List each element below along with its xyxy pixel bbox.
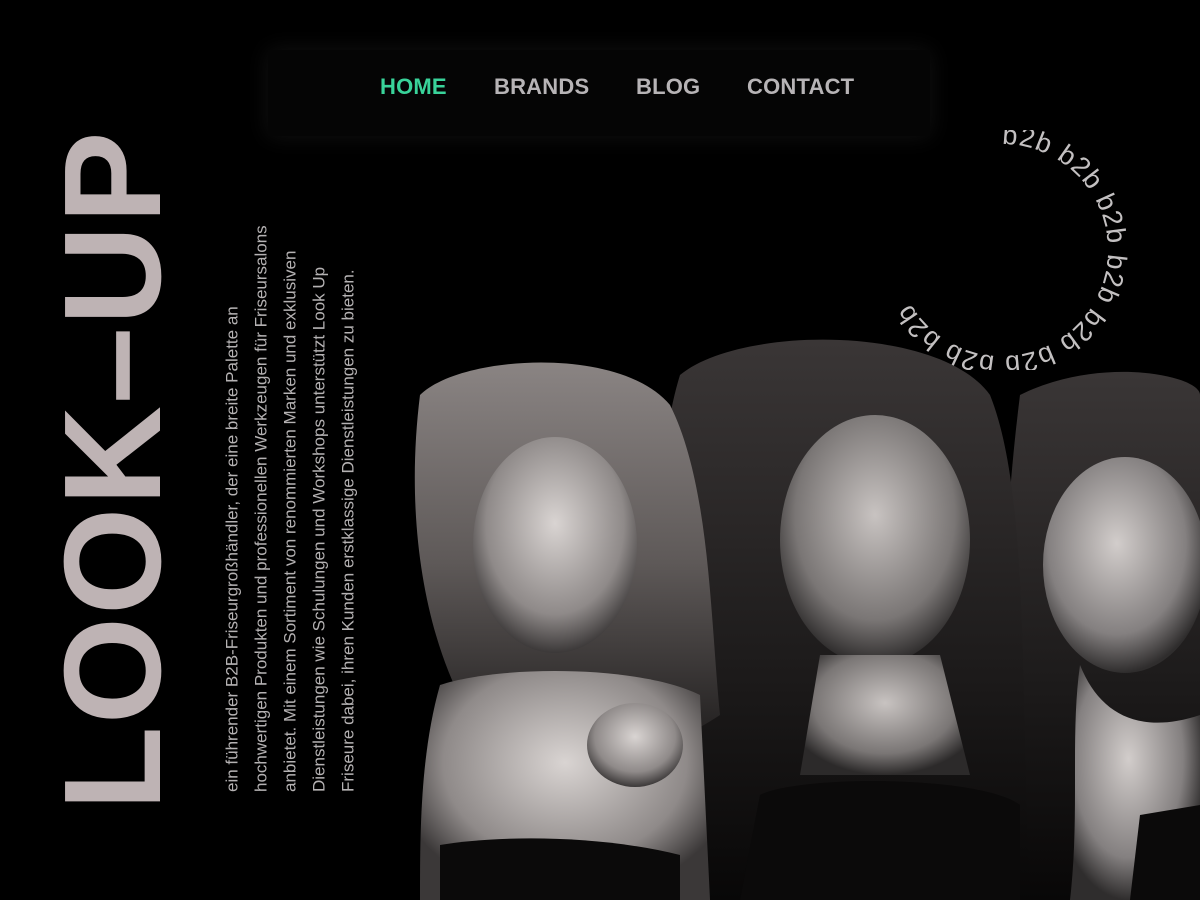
b2b-rotating-badge: b2b b2b b2b b2b b2b b2b b2b b2b — [890, 130, 1132, 370]
models-photo — [414, 339, 1200, 900]
b2b-badge-text: b2b b2b b2b b2b b2b b2b b2b b2b — [890, 130, 1132, 370]
brand-wordmark: LOOK–UP — [36, 129, 190, 811]
hero-description: ein führender B2B-Friseurgroßhändler, de… — [222, 225, 358, 792]
nav-brands-link[interactable]: BRANDS — [494, 74, 589, 100]
nav-home-link[interactable]: HOME — [380, 74, 447, 100]
nav-contact-link[interactable]: CONTACT — [747, 74, 854, 100]
nav-blog-link[interactable]: BLOG — [636, 74, 700, 100]
